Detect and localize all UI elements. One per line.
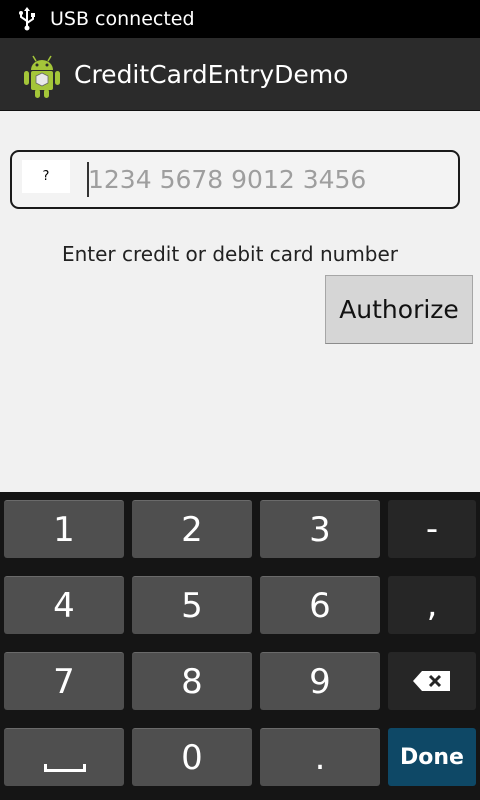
key-2[interactable]: 2 (132, 500, 252, 558)
backspace-icon (413, 671, 450, 691)
key-1[interactable]: 1 (4, 500, 124, 558)
key-5[interactable]: 5 (132, 576, 252, 634)
key-7[interactable]: 7 (4, 652, 124, 710)
done-button[interactable]: Done (388, 728, 476, 786)
action-bar: CreditCardEntryDemo (0, 38, 480, 111)
key-0[interactable]: 0 (132, 728, 252, 786)
card-type-indicator: ? (22, 160, 70, 193)
status-bar: USB connected (0, 0, 480, 38)
key-dash[interactable]: - (388, 500, 476, 558)
key-8[interactable]: 8 (132, 652, 252, 710)
usb-icon (19, 7, 35, 31)
key-9[interactable]: 9 (260, 652, 380, 710)
card-number-field[interactable]: ? (10, 150, 460, 209)
key-comma[interactable]: , (388, 576, 476, 634)
key-backspace[interactable] (388, 652, 476, 710)
key-space[interactable] (4, 728, 124, 786)
android-icon[interactable] (20, 49, 64, 99)
authorize-button[interactable]: Authorize (325, 275, 473, 344)
key-4[interactable]: 4 (4, 576, 124, 634)
status-text: USB connected (50, 8, 195, 30)
key-dot[interactable]: . (260, 728, 380, 786)
space-icon (44, 764, 86, 772)
card-hint-label: Enter credit or debit card number (61, 242, 399, 266)
key-3[interactable]: 3 (260, 500, 380, 558)
key-6[interactable]: 6 (260, 576, 380, 634)
card-number-input[interactable] (88, 152, 448, 207)
app-title: CreditCardEntryDemo (74, 59, 349, 89)
numeric-keyboard: 1 2 3 - 4 5 6 , 7 8 9 0 . Done (0, 492, 480, 800)
